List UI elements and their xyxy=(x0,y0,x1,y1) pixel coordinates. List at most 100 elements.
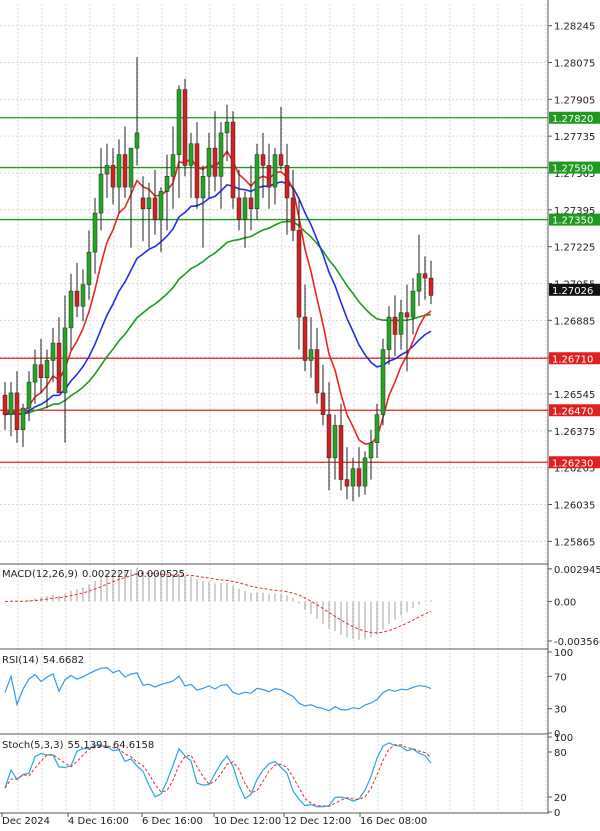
candle-bearish xyxy=(122,154,128,188)
candle-bullish xyxy=(368,442,374,459)
candle-bullish xyxy=(134,132,140,149)
candle-bullish xyxy=(104,165,110,175)
candle-bullish xyxy=(32,364,38,383)
candle-bullish xyxy=(62,327,68,394)
candle-bearish xyxy=(344,479,350,487)
candle-bearish xyxy=(278,154,284,166)
candle-bullish xyxy=(254,154,260,209)
candle-bullish xyxy=(26,381,32,409)
candle-bullish xyxy=(20,407,26,431)
candle-bearish xyxy=(338,425,344,480)
candle-bullish xyxy=(374,414,380,444)
rsi-tick-label: 100 xyxy=(554,648,573,659)
candle-bullish xyxy=(176,89,182,155)
candle-bullish xyxy=(398,312,404,335)
price-tick-label: 1.26375 xyxy=(554,427,595,438)
level-tag-label: 1.26230 xyxy=(552,458,593,469)
candle-bullish xyxy=(86,251,92,285)
candle-bullish xyxy=(170,154,176,177)
candle-bullish xyxy=(68,290,74,329)
candle-bearish xyxy=(248,197,254,210)
candle-bearish xyxy=(392,316,398,335)
macd-tick-label: 0.00 xyxy=(554,597,576,608)
candle-bullish xyxy=(188,143,194,166)
candle-bullish xyxy=(158,191,164,220)
candle-bullish xyxy=(200,176,206,199)
macd-header: MACD(12,26,9) 0.002227 -0.000525 xyxy=(2,569,185,580)
stoch-header: Stoch(5,3,3) 55.1391 64.6158 xyxy=(2,740,154,751)
candle-bearish xyxy=(296,230,302,318)
candle-bullish xyxy=(224,121,230,134)
candle-bearish xyxy=(110,165,116,188)
stoch-main-line xyxy=(4,742,432,808)
price-tick-label: 1.28075 xyxy=(554,59,595,70)
candle-bearish xyxy=(290,197,296,231)
candle-bearish xyxy=(2,394,8,415)
candle-bearish xyxy=(428,277,434,296)
candle-bullish xyxy=(386,316,392,350)
macd-signal-line xyxy=(4,572,432,634)
price-tick-label: 1.28245 xyxy=(554,22,595,33)
candle-bearish xyxy=(194,143,200,199)
candle-bullish xyxy=(380,349,386,415)
candle-bullish xyxy=(92,212,98,253)
rsi-value: 54.6682 xyxy=(43,655,84,666)
candle-bearish xyxy=(422,273,428,279)
candle-bullish xyxy=(128,147,134,188)
rsi-tick-label: 30 xyxy=(554,705,567,716)
price-tick-label: 1.26885 xyxy=(554,316,595,327)
stoch-signal-line xyxy=(4,744,432,807)
candle-bearish xyxy=(404,312,410,318)
candle-bearish xyxy=(356,468,362,487)
candle-bearish xyxy=(14,392,20,430)
price-tick-label: 1.26035 xyxy=(554,501,595,512)
level-tag-label: 1.26710 xyxy=(552,354,593,365)
candle-bullish xyxy=(410,290,416,318)
candle-bullish xyxy=(308,349,314,361)
candle-bearish xyxy=(230,121,236,199)
rsi-name: RSI(14) xyxy=(2,655,39,666)
candle-bullish xyxy=(416,273,422,292)
stoch-value-signal: 64.6158 xyxy=(113,740,154,751)
current-price-label: 1.27026 xyxy=(552,286,593,297)
price-tick-label: 1.27905 xyxy=(554,95,595,106)
candle-bullish xyxy=(164,176,170,192)
macd-tick-label: -0.003566 xyxy=(554,637,600,648)
candle-bearish xyxy=(326,414,332,459)
time-tick-label: 12 Dec 12:00 xyxy=(284,816,351,827)
level-tag-label: 1.26470 xyxy=(552,406,593,417)
candle-bullish xyxy=(50,342,56,361)
stoch-tick-label: 100 xyxy=(554,733,573,744)
candle-bearish xyxy=(302,316,308,361)
candle-bullish xyxy=(146,197,152,210)
time-tick-label: 10 Dec 12:00 xyxy=(214,816,281,827)
stoch-tick-label: 0 xyxy=(554,808,560,819)
candle-bullish xyxy=(332,425,338,459)
candle-bearish xyxy=(140,197,146,210)
level-tag-label: 1.27350 xyxy=(552,216,593,227)
time-tick-label: 4 Dec 16:00 xyxy=(68,816,129,827)
time-tick-label: 16 Dec 08:00 xyxy=(360,816,427,827)
chart-canvas: 1.282451.280751.279051.277351.275651.273… xyxy=(0,0,600,827)
candle-bearish xyxy=(314,349,320,394)
candle-bullish xyxy=(350,468,356,487)
candle-bearish xyxy=(212,147,218,177)
time-tick-label: Dec 2024 xyxy=(2,816,50,827)
candle-bearish xyxy=(152,197,158,220)
stoch-name: Stoch(5,3,3) xyxy=(2,740,64,751)
stoch-value-main: 55.1391 xyxy=(67,740,108,751)
candle-bearish xyxy=(320,392,326,415)
macd-tick-label: 0.002945 xyxy=(554,565,600,576)
candle-bullish xyxy=(218,132,224,177)
macd-value-main: 0.002227 xyxy=(82,569,130,580)
price-tick-label: 1.25865 xyxy=(554,537,595,548)
candle-bearish xyxy=(74,290,80,307)
stoch-tick-label: 80 xyxy=(554,748,567,759)
candle-bearish xyxy=(236,197,242,220)
price-tick-label: 1.27735 xyxy=(554,132,595,143)
candle-bullish xyxy=(80,284,86,307)
candle-bullish xyxy=(242,197,248,220)
candle-bullish xyxy=(206,147,212,177)
candle-bearish xyxy=(56,342,62,394)
candle-bearish xyxy=(182,89,188,166)
